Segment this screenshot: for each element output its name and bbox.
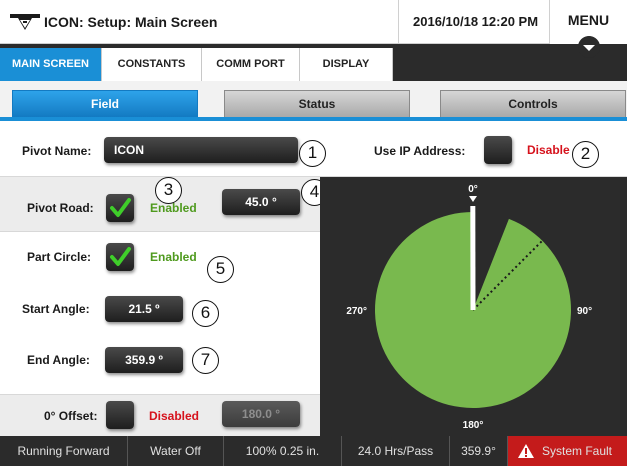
icon-logo-icon (10, 14, 40, 30)
status-position: 359.9° (450, 436, 508, 466)
datetime-display: 2016/10/18 12:20 PM (398, 0, 550, 44)
zero-marker-icon (469, 196, 477, 202)
callout-2: 2 (572, 141, 599, 168)
status-fault-text: System Fault (542, 444, 613, 458)
status-application: 100% 0.25 in. (224, 436, 342, 466)
label-0-deg: 0° (468, 184, 478, 195)
pivot-road-angle-field[interactable]: 45.0 ° (222, 189, 300, 215)
offset-row: 0° Offset: Disabled 180.0 ° (0, 394, 320, 436)
pivot-name-row: Pivot Name: ICON 1 Use IP Address: Disab… (0, 125, 627, 177)
label-180-deg: 180° (463, 420, 484, 431)
status-direction: Running Forward (0, 436, 128, 466)
end-angle-label: End Angle: (27, 353, 90, 367)
pivot-name-label: Pivot Name: (22, 144, 92, 158)
end-angle-field[interactable]: 359.9 º (105, 347, 183, 373)
tab-controls[interactable]: Controls (440, 90, 626, 117)
part-circle-status: Enabled (150, 250, 197, 264)
tab-status[interactable]: Status (224, 90, 410, 117)
offset-checkbox[interactable] (106, 401, 134, 429)
warning-icon (518, 444, 534, 458)
title-bar: ICON: Setup: Main Screen 2016/10/18 12:2… (0, 0, 627, 44)
offset-angle-field: 180.0 ° (222, 401, 300, 427)
checkmark-icon (110, 198, 131, 217)
part-circle-group: Part Circle: Enabled 5 Start Angle: 21.5… (0, 232, 320, 394)
start-angle-label: Start Angle: (22, 302, 90, 316)
status-hours-per-pass: 24.0 Hrs/Pass (342, 436, 450, 466)
use-ip-checkbox[interactable] (484, 136, 512, 164)
top-nav: MAIN SCREEN CONSTANTS COMM PORT DISPLAY (0, 44, 627, 81)
pivot-road-row: Pivot Road: Enabled 3 45.0 ° 4 (0, 177, 328, 232)
checkmark-icon (110, 247, 131, 266)
callout-6: 6 (192, 300, 219, 327)
chevron-down-icon[interactable] (578, 36, 600, 58)
status-fault[interactable]: System Fault (508, 436, 627, 466)
tab-comm-port[interactable]: COMM PORT (202, 48, 300, 81)
pivot-name-field[interactable]: ICON (104, 137, 298, 163)
offset-status: Disabled (149, 409, 200, 423)
pivot-diagram-panel: 0° 90° 180° 270° (320, 177, 627, 436)
tab-display[interactable]: DISPLAY (300, 48, 393, 81)
callout-3: 3 (155, 177, 182, 204)
callout-7: 7 (192, 347, 219, 374)
part-circle-checkbox[interactable] (106, 243, 134, 271)
use-ip-status: Disable (527, 143, 570, 157)
callout-1: 1 (299, 140, 326, 167)
label-90-deg: 90° (577, 306, 592, 317)
status-water: Water Off (128, 436, 224, 466)
start-angle-field[interactable]: 21.5 º (105, 296, 183, 322)
offset-label: 0° Offset: (44, 409, 98, 423)
pivot-diagram: 0° 90° 180° 270° (346, 184, 592, 431)
menu-label: MENU (567, 12, 610, 28)
field-settings-panel: Pivot Name: ICON 1 Use IP Address: Disab… (0, 125, 627, 436)
pivot-road-label: Pivot Road: (27, 201, 94, 215)
sub-tabs: Field Status Controls (0, 81, 627, 121)
tab-constants[interactable]: CONSTANTS (102, 48, 202, 81)
pivot-road-checkbox[interactable] (106, 194, 134, 222)
use-ip-label: Use IP Address: (374, 144, 466, 158)
status-bar: Running Forward Water Off 100% 0.25 in. … (0, 436, 627, 466)
tab-main-screen[interactable]: MAIN SCREEN (0, 48, 102, 81)
tab-field[interactable]: Field (12, 90, 198, 117)
callout-5: 5 (207, 256, 234, 283)
label-270-deg: 270° (346, 306, 367, 317)
app-title: ICON: Setup: Main Screen (44, 14, 218, 30)
part-circle-label: Part Circle: (27, 250, 92, 264)
datetime-text: 2016/10/18 12:20 PM (413, 14, 539, 29)
